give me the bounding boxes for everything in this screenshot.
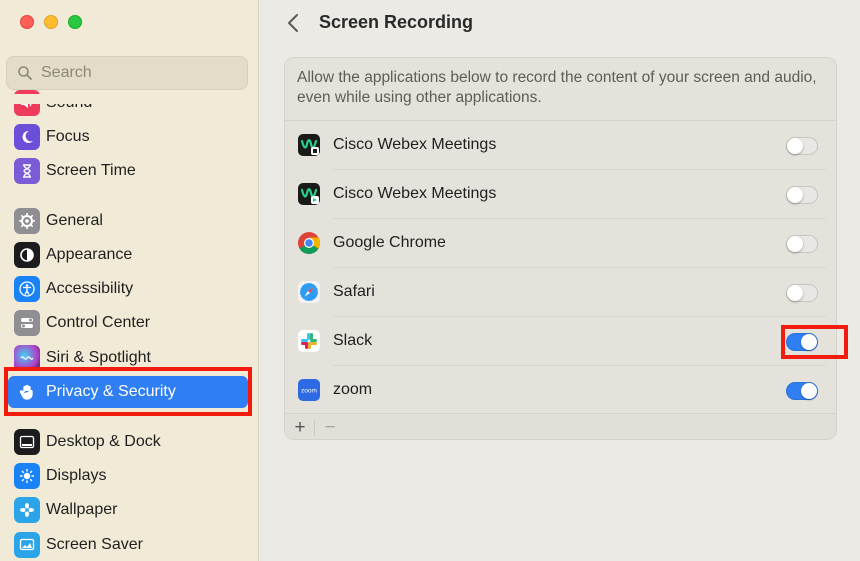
sidebar-item-label: Screen Saver — [46, 536, 143, 553]
toolbar: Screen Recording — [260, 0, 860, 46]
sun-icon — [14, 463, 40, 489]
app-name: Google Chrome — [333, 234, 446, 251]
sidebar-item-screen-saver[interactable]: Screen Saver — [8, 529, 248, 561]
screen-recording-toggle[interactable] — [786, 186, 818, 204]
moon-icon — [14, 124, 40, 150]
app-row-webex-1: Cisco Webex Meetings — [285, 121, 836, 170]
appearance-icon — [14, 242, 40, 268]
sidebar-item-label: Screen Time — [46, 162, 136, 179]
screen-recording-panel: Allow the applications below to record t… — [284, 57, 837, 440]
accessibility-icon — [14, 276, 40, 302]
close-window-button[interactable] — [20, 15, 34, 29]
sidebar-item-desktop-dock[interactable]: Desktop & Dock — [8, 426, 248, 458]
app-name: Cisco Webex Meetings — [333, 185, 497, 202]
sidebar-item-general[interactable]: General — [8, 205, 248, 237]
sidebar-item-label: Control Center — [46, 314, 151, 331]
sidebar-item-label: Displays — [46, 467, 107, 484]
siri-icon — [14, 345, 40, 371]
back-button[interactable] — [282, 11, 304, 35]
chevron-left-icon — [288, 14, 298, 32]
sidebar: Sound Focus Screen Time General Ap — [0, 0, 259, 561]
search-icon — [18, 66, 32, 80]
webex-icon — [297, 182, 321, 206]
hourglass-icon — [14, 158, 40, 184]
minimize-window-button[interactable] — [44, 15, 58, 29]
app-row-webex-2: Cisco Webex Meetings — [285, 170, 836, 219]
sidebar-item-screen-time[interactable]: Screen Time — [8, 155, 248, 187]
chrome-icon — [297, 231, 321, 255]
add-app-button[interactable]: + — [289, 417, 311, 439]
window-controls — [20, 15, 82, 29]
screen-recording-toggle[interactable] — [786, 284, 818, 302]
sidebar-item-displays[interactable]: Displays — [8, 460, 248, 492]
app-name: Cisco Webex Meetings — [333, 136, 497, 153]
sidebar-item-focus[interactable]: Focus — [8, 121, 248, 153]
sidebar-item-appearance[interactable]: Appearance — [8, 239, 248, 271]
sidebar-item-label: Siri & Spotlight — [46, 349, 151, 366]
panel-description: Allow the applications below to record t… — [297, 69, 817, 106]
sidebar-item-label: Privacy & Security — [46, 383, 176, 400]
search-input[interactable] — [41, 64, 231, 82]
webex-icon — [297, 133, 321, 157]
gear-icon — [14, 208, 40, 234]
divider — [314, 420, 315, 436]
app-row-safari: Safari — [285, 268, 836, 317]
hand-icon — [14, 379, 40, 405]
sidebar-item-privacy-security[interactable]: Privacy & Security — [8, 376, 248, 408]
sidebar-item-label: General — [46, 212, 103, 229]
dock-icon — [14, 429, 40, 455]
screen-recording-toggle[interactable] — [786, 382, 818, 400]
flower-icon — [14, 497, 40, 523]
zoom-icon-text: zoom — [301, 388, 317, 395]
zoom-icon: zoom — [297, 378, 321, 402]
slack-icon — [297, 329, 321, 353]
app-name: zoom — [333, 381, 373, 398]
sidebar-item-siri-spotlight[interactable]: Siri & Spotlight — [8, 342, 248, 374]
main-content: Screen Recording Allow the applications … — [260, 0, 860, 561]
sidebar-item-wallpaper[interactable]: Wallpaper — [8, 494, 248, 526]
sidebar-item-label: Focus — [46, 128, 90, 145]
safari-icon — [297, 280, 321, 304]
sidebar-item-control-center[interactable]: Control Center — [8, 307, 248, 339]
app-name: Safari — [333, 283, 375, 300]
app-row-zoom: zoom zoom — [285, 366, 836, 415]
screen-recording-toggle[interactable] — [786, 235, 818, 253]
sidebar-item-label: Desktop & Dock — [46, 433, 161, 450]
sidebar-item-label: Accessibility — [46, 280, 134, 297]
screensaver-icon — [14, 532, 40, 558]
app-row-chrome: Google Chrome — [285, 219, 836, 268]
sidebar-item-accessibility[interactable]: Accessibility — [8, 273, 248, 305]
sidebar-item-label: Wallpaper — [46, 501, 118, 518]
search-field[interactable] — [6, 56, 248, 90]
page-title: Screen Recording — [319, 12, 474, 32]
panel-footer: + − — [285, 413, 836, 439]
sidebar-item-label: Appearance — [46, 246, 133, 263]
sidebar-scroll-clip — [0, 94, 258, 104]
switches-icon — [14, 310, 40, 336]
zoom-window-button[interactable] — [68, 15, 82, 29]
remove-app-button[interactable]: − — [319, 417, 341, 439]
screen-recording-toggle[interactable] — [786, 333, 818, 351]
app-row-slack: Slack — [285, 317, 836, 366]
app-name: Slack — [333, 332, 373, 349]
screen-recording-toggle[interactable] — [786, 137, 818, 155]
